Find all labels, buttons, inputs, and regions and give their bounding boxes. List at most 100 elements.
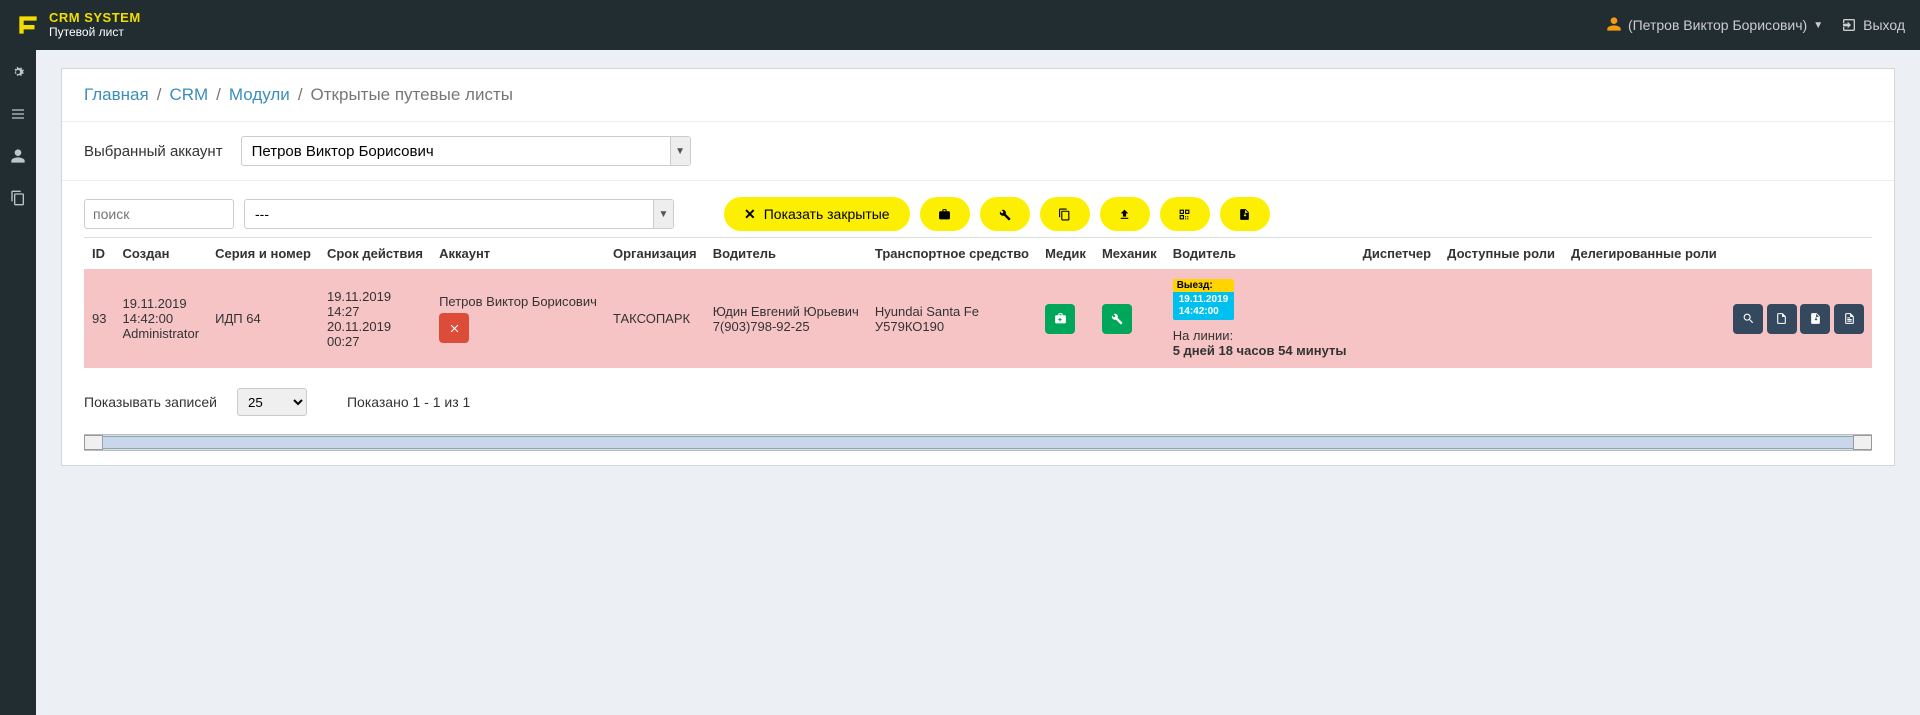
action-doc2-button[interactable] [1800,304,1830,334]
breadcrumb-crm[interactable]: CRM [169,85,208,105]
copy-icon [1058,208,1071,221]
file-export-icon [1238,208,1251,221]
toolbar: ▼ ✕ Показать закрытые [62,180,1894,237]
cell-medic [1037,269,1094,368]
cell-actions [1725,269,1872,368]
user-icon [1606,16,1622,35]
col-vehicle[interactable]: Транспортное средство [867,238,1037,270]
col-mechanic[interactable]: Механик [1094,238,1165,270]
cell-mechanic [1094,269,1165,368]
user-menu[interactable]: (Петров Виктор Борисович) ▼ [1606,16,1823,35]
status-badge: Выезд: 19.11.2019 14:42:00 [1173,279,1235,320]
account-label: Выбранный аккаунт [84,143,223,160]
mechanic-button[interactable] [1102,304,1132,334]
brand-title: CRM SYSTEM [49,11,141,25]
action-doc1-button[interactable] [1767,304,1797,334]
filter-select-input[interactable] [244,199,674,229]
logo[interactable]: CRM SYSTEM Путевой лист [15,11,141,38]
col-account[interactable]: Аккаунт [431,238,605,270]
medic-button[interactable] [1045,304,1075,334]
chevron-down-icon: ▼ [653,200,673,228]
perpage-select[interactable]: 25 [237,388,307,416]
horizontal-scrollbar[interactable] [84,434,1872,451]
show-closed-button[interactable]: ✕ Показать закрытые [724,197,910,231]
cell-created: 19.11.2019 14:42:00 Administrator [114,269,207,368]
col-created[interactable]: Создан [114,238,207,270]
col-avail-roles[interactable]: Доступные роли [1439,238,1563,270]
breadcrumb-modules[interactable]: Модули [229,85,290,105]
show-closed-label: Показать закрытые [764,206,890,222]
upload-icon [1118,208,1131,221]
close-icon: ✕ [744,206,756,223]
cell-avail-roles [1439,269,1563,368]
table-row[interactable]: 93 19.11.2019 14:42:00 Administrator ИДП… [84,269,1872,368]
col-driver2[interactable]: Водитель [1165,238,1355,270]
topbar: CRM SYSTEM Путевой лист (Петров Виктор Б… [0,0,1920,50]
wrench-icon [1110,312,1123,325]
medkit-icon [1054,312,1067,325]
sidebar-gears-icon[interactable] [10,64,26,84]
tool-briefcase-button[interactable] [920,197,970,231]
tool-wrench-button[interactable] [980,197,1030,231]
col-medic[interactable]: Медик [1037,238,1094,270]
perpage-label: Показывать записей [84,394,217,410]
remove-account-button[interactable] [439,313,469,343]
brand-subtitle: Путевой лист [49,26,141,39]
cell-deleg-roles [1563,269,1725,368]
shown-label: Показано 1 - 1 из 1 [347,394,470,410]
sidebar [0,50,36,715]
signout-label: Выход [1863,17,1905,33]
cell-driver: Юдин Евгений Юрьевич 7(903)798-92-25 [705,269,867,368]
action-doc3-button[interactable] [1834,304,1864,334]
briefcase-icon [938,208,951,221]
cell-org: ТАКСОПАРК [605,269,705,368]
caret-down-icon: ▼ [1813,20,1823,31]
col-dispatcher[interactable]: Диспетчер [1355,238,1440,270]
sidebar-copy-icon[interactable] [10,190,26,210]
qr-icon [1178,208,1191,221]
col-id[interactable]: ID [84,238,114,270]
col-series[interactable]: Серия и номер [207,238,319,270]
table-footer: Показывать записей 25 Показано 1 - 1 из … [62,378,1894,434]
wrench-icon [998,208,1011,221]
search-input[interactable] [84,199,234,229]
col-driver[interactable]: Водитель [705,238,867,270]
cell-dispatcher [1355,269,1440,368]
tool-qr-button[interactable] [1160,197,1210,231]
close-icon [448,322,461,335]
cell-vehicle: Hyundai Santa Fe У579КО190 [867,269,1037,368]
account-select[interactable]: ▼ [241,136,691,166]
file-icon [1775,312,1788,325]
search-icon [1742,312,1755,325]
logo-icon [15,12,41,38]
cell-account: Петров Виктор Борисович [431,269,605,368]
cell-driver-status: Выезд: 19.11.2019 14:42:00 На линии: 5 д… [1165,269,1355,368]
col-actions [1725,238,1872,270]
sidebar-user-icon[interactable] [10,148,26,168]
file-download-icon [1809,312,1822,325]
tool-export-button[interactable] [1220,197,1270,231]
account-row: Выбранный аккаунт ▼ [62,121,1894,180]
breadcrumb: Главная / CRM / Модули / Открытые путевы… [62,69,1894,121]
user-name: (Петров Виктор Борисович) [1628,17,1807,33]
file-text-icon [1843,312,1856,325]
col-deleg-roles[interactable]: Делегированные роли [1563,238,1725,270]
filter-select[interactable]: ▼ [244,199,674,229]
main-panel: Главная / CRM / Модули / Открытые путевы… [61,68,1895,466]
scrollbar-thumb[interactable] [102,436,1854,449]
breadcrumb-home[interactable]: Главная [84,85,149,105]
signout-icon [1841,17,1857,33]
col-org[interactable]: Организация [605,238,705,270]
signout-button[interactable]: Выход [1841,17,1905,33]
tool-copy-button[interactable] [1040,197,1090,231]
cell-validity: 19.11.2019 14:27 20.11.2019 00:27 [319,269,431,368]
col-validity[interactable]: Срок действия [319,238,431,270]
table-header-row: ID Создан Серия и номер Срок действия Ак… [84,238,1872,270]
cell-id: 93 [84,269,114,368]
cell-series: ИДП 64 [207,269,319,368]
sidebar-list-icon[interactable] [10,106,26,126]
tool-upload-button[interactable] [1100,197,1150,231]
action-view-button[interactable] [1733,304,1763,334]
account-select-input[interactable] [241,136,691,166]
data-table: ID Создан Серия и номер Срок действия Ак… [84,237,1872,368]
